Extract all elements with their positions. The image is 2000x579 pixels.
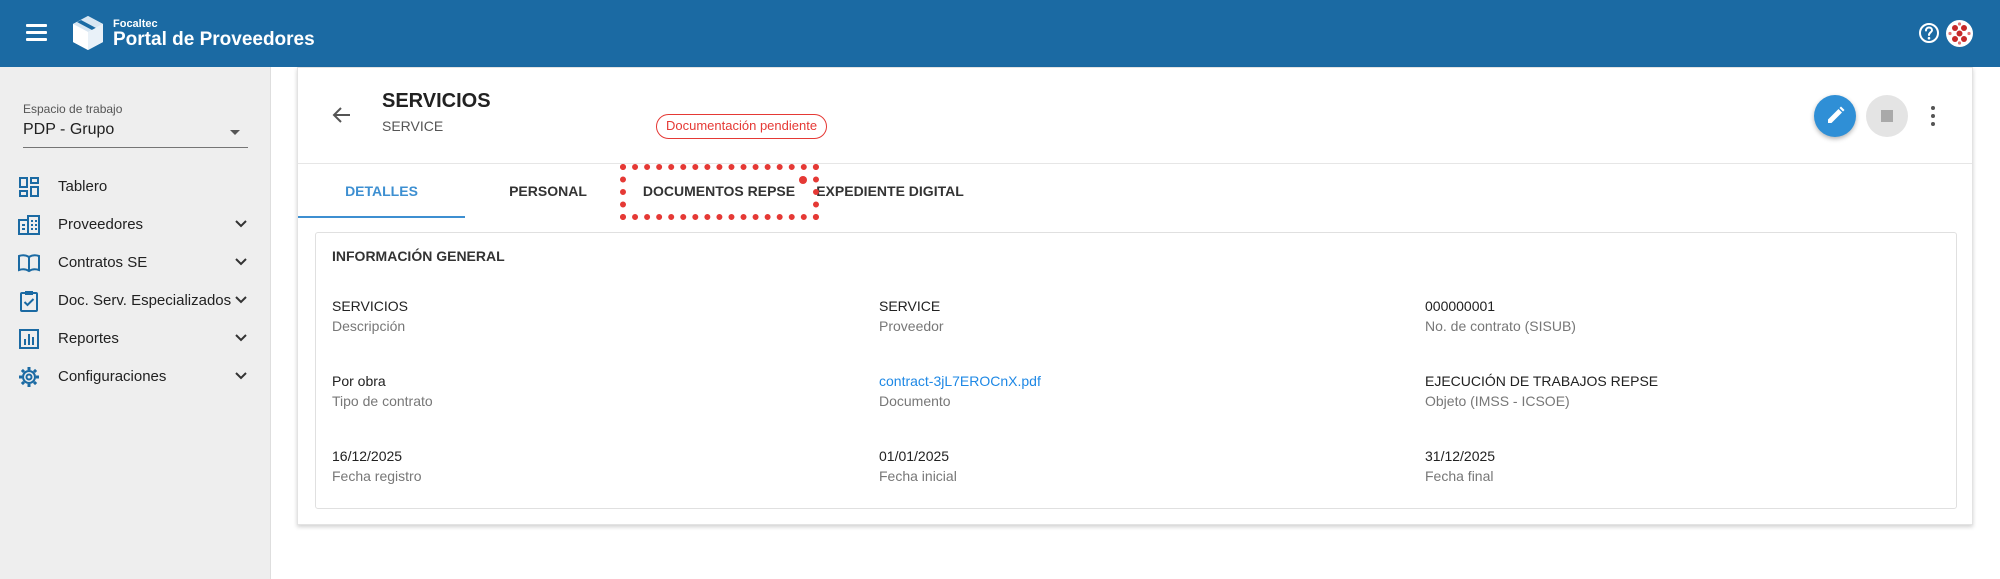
bar-chart-icon — [19, 329, 39, 349]
field-proveedor: SERVICE Proveedor — [879, 298, 1379, 334]
stop-button[interactable] — [1866, 95, 1908, 137]
field-label: Fecha inicial — [879, 468, 957, 484]
edit-button[interactable] — [1814, 95, 1856, 137]
sidebar-item-proveedores[interactable]: Proveedores — [0, 205, 270, 243]
field-fecha-inicial: 01/01/2025 Fecha inicial — [879, 448, 1379, 484]
menu-icon[interactable] — [24, 21, 50, 45]
sidebar-item-reportes[interactable]: Reportes — [0, 319, 270, 357]
sidebar-item-doc-serv[interactable]: Doc. Serv. Especializados — [0, 281, 270, 319]
pencil-icon — [1828, 106, 1845, 123]
sidebar-item-label: Tablero — [58, 178, 108, 195]
field-value: SERVICIOS — [332, 298, 408, 314]
sidebar-item-configuraciones[interactable]: Configuraciones — [0, 357, 270, 395]
field-value: 000000001 — [1425, 298, 1496, 314]
stop-icon — [1881, 110, 1893, 122]
field-label: Documento — [879, 393, 951, 409]
clipboard-check-icon — [20, 291, 38, 312]
logo-icon — [73, 16, 103, 50]
section-title: INFORMACIÓN GENERAL — [332, 248, 505, 264]
field-label: Proveedor — [879, 318, 944, 334]
field-fecha-final: 31/12/2025 Fecha final — [1425, 448, 1925, 484]
field-label: Fecha registro — [332, 468, 422, 484]
field-value: SERVICE — [879, 298, 941, 314]
avatar[interactable] — [1946, 20, 1973, 47]
field-value: 31/12/2025 — [1425, 448, 1496, 464]
book-icon — [18, 254, 40, 273]
page-title: SERVICIOS — [382, 90, 491, 112]
back-arrow-icon[interactable] — [331, 104, 353, 126]
avatar-pattern-icon — [1947, 21, 1972, 46]
general-info-section: INFORMACIÓN GENERAL SERVICIOS Descripció… — [315, 232, 1957, 509]
sidebar-item-label: Doc. Serv. Especializados — [58, 292, 232, 309]
help-icon[interactable] — [1918, 22, 1940, 44]
field-label: Fecha final — [1425, 468, 1494, 484]
page-subtitle: SERVICE — [382, 118, 444, 134]
tab-personal[interactable]: PERSONAL — [465, 164, 631, 218]
field-value: 16/12/2025 — [332, 448, 403, 464]
field-value: 01/01/2025 — [879, 448, 950, 464]
notification-dot — [799, 176, 807, 184]
dashboard-icon — [19, 177, 39, 197]
sidebar-item-label: Configuraciones — [58, 368, 167, 385]
field-descripcion: SERVICIOS Descripción — [332, 298, 832, 334]
workspace-label: Espacio de trabajo — [23, 102, 123, 116]
top-app-bar: Focaltec Portal de Proveedores — [0, 0, 2000, 67]
field-label: Objeto (IMSS - ICSOE) — [1425, 393, 1570, 409]
chevron-down-icon — [235, 334, 247, 342]
status-badge: Documentación pendiente — [656, 114, 828, 139]
field-label: No. de contrato (SISUB) — [1425, 318, 1576, 334]
field-tipo-contrato: Por obra Tipo de contrato — [332, 373, 832, 409]
chevron-down-icon — [235, 220, 247, 228]
sidebar-item-label: Proveedores — [58, 216, 144, 233]
sidebar-item-contratos[interactable]: Contratos SE — [0, 243, 270, 281]
chevron-down-icon — [235, 258, 247, 266]
sidebar-item-label: Reportes — [58, 330, 119, 347]
field-fecha-registro: 16/12/2025 Fecha registro — [332, 448, 832, 484]
document-link[interactable]: contract-3jL7EROCnX.pdf — [879, 373, 1379, 389]
caret-down-icon — [230, 130, 240, 135]
contract-detail-card: SERVICIOS SERVICE Documentación pendient… — [297, 67, 1973, 525]
workspace-value: PDP - Grupo — [23, 121, 115, 138]
more-options-icon[interactable] — [1925, 103, 1941, 129]
sidebar-item-tablero[interactable]: Tablero — [0, 167, 270, 205]
field-no-contrato: 000000001 No. de contrato (SISUB) — [1425, 298, 1925, 334]
workspace-select[interactable]: PDP - Grupo — [23, 118, 248, 148]
field-value: Por obra — [332, 373, 386, 389]
chevron-down-icon — [235, 372, 247, 380]
field-documento: contract-3jL7EROCnX.pdf Documento — [879, 373, 1379, 409]
brand-title: Portal de Proveedores — [113, 29, 315, 50]
gear-icon — [19, 367, 39, 387]
tab-expediente-digital[interactable]: EXPEDIENTE DIGITAL — [807, 164, 973, 218]
field-objeto: EJECUCIÓN DE TRABAJOS REPSE Objeto (IMSS… — [1425, 373, 1925, 409]
field-label: Descripción — [332, 318, 406, 334]
sidebar-item-label: Contratos SE — [58, 254, 148, 271]
tab-documentos-repse[interactable]: DOCUMENTOS REPSE — [631, 164, 807, 218]
sidebar: Espacio de trabajo PDP - Grupo Tablero P… — [0, 67, 271, 579]
tab-detalles[interactable]: DETALLES — [298, 164, 465, 218]
chevron-down-icon — [235, 296, 247, 304]
field-label: Tipo de contrato — [332, 393, 433, 409]
field-value: EJECUCIÓN DE TRABAJOS REPSE — [1425, 373, 1659, 389]
building-icon — [18, 215, 40, 235]
